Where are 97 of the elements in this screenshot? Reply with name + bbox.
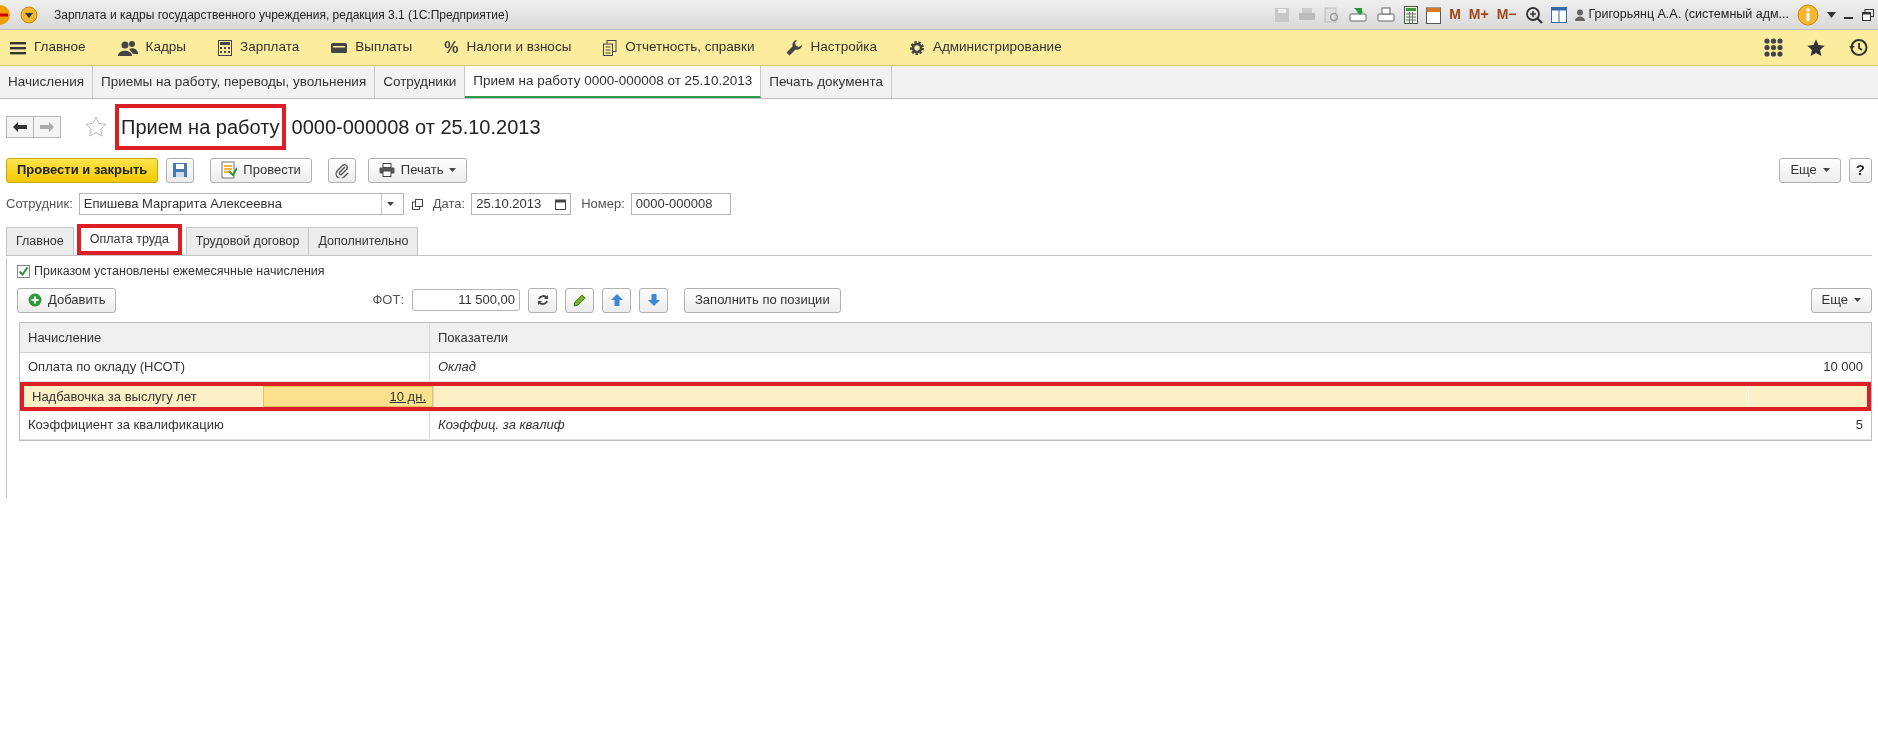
plus-circle-icon: [28, 293, 42, 307]
table-cell-text: Оплата по окладу (НСОТ): [28, 358, 186, 377]
gear-icon: [908, 39, 925, 56]
refresh-button[interactable]: [528, 287, 557, 313]
user-name[interactable]: Григорьянц А.А. (системный адм...: [1588, 5, 1789, 24]
caret-icon[interactable]: [1827, 11, 1836, 18]
column-header[interactable]: Начисление: [28, 327, 102, 348]
forward-arrow-icon: [40, 122, 54, 132]
date-field[interactable]: 25.10.2013: [471, 193, 572, 215]
print-button[interactable]: Печать: [367, 157, 468, 183]
employee-field[interactable]: Епишева Маргарита Алексеевна: [78, 193, 404, 215]
table-row[interactable]: Коэффициент за квалификацию Коэффиц. за квалиф 5: [20, 411, 1871, 440]
column-header[interactable]: Показатели: [438, 327, 508, 348]
document-tab[interactable]: Прием на работу 0000-000008 от 25.10.2013: [465, 66, 762, 98]
calendar-icon[interactable]: [555, 198, 567, 210]
attach-button[interactable]: [327, 157, 356, 183]
section-link[interactable]: Администрирование: [932, 37, 1062, 58]
dropdown-circle-icon[interactable]: [20, 6, 38, 25]
field-label: Дата:: [432, 195, 466, 214]
up-arrow-icon: [610, 294, 623, 306]
back-arrow-icon: [13, 122, 27, 132]
window-title: Зарплата и кадры государственного учреждения, редакция 3.1 (1С:Предприятие): [54, 6, 509, 24]
apps-grid-icon[interactable]: [1764, 38, 1783, 57]
refresh-icon: [536, 294, 549, 306]
add-button[interactable]: Добавить: [17, 287, 117, 313]
table-cell-text: Коэффициент за квалификацию: [28, 416, 225, 435]
caret-icon: [1854, 298, 1861, 302]
open-link-icon[interactable]: [411, 199, 423, 211]
percent-icon: %: [444, 35, 459, 60]
save-button[interactable]: [166, 157, 195, 183]
move-up-button[interactable]: [602, 287, 631, 313]
checkbox[interactable]: [17, 264, 30, 278]
fill-by-position-button[interactable]: Заполнить по позиции: [684, 287, 841, 313]
section-link[interactable]: Выплаты: [355, 37, 413, 58]
back-button[interactable]: [6, 116, 34, 138]
table-cell-text: 5: [1855, 416, 1863, 435]
memory-button[interactable]: M: [1449, 4, 1461, 25]
table-cell-text: Надбавочка за выслугу лет: [32, 387, 198, 406]
favorite-star-icon[interactable]: [85, 116, 107, 138]
caret-icon: [449, 168, 457, 172]
fot-field[interactable]: 11 500,00: [412, 289, 520, 311]
post-and-close-button[interactable]: Провести и закрыть: [6, 157, 159, 183]
menu-icon: [10, 40, 26, 55]
printer-icon: [378, 163, 395, 177]
import-icon[interactable]: [1376, 6, 1397, 23]
field-label: Номер:: [581, 195, 625, 214]
caret-icon: [1822, 168, 1830, 172]
app-logo-icon: [0, 3, 12, 26]
number-field[interactable]: 0000-000008: [630, 193, 731, 215]
table-cell-text: Оклад: [438, 358, 476, 377]
wrench-icon: [786, 39, 803, 56]
more-button[interactable]: Еще: [1779, 157, 1841, 183]
zoom-icon[interactable]: [1524, 5, 1543, 24]
memory-button[interactable]: M−: [1496, 4, 1517, 25]
star-icon[interactable]: [1807, 38, 1825, 57]
paperclip-icon: [334, 162, 349, 178]
table-row[interactable]: Надбавочка за выслугу лет 10 дн.: [20, 382, 1871, 411]
document-title: 0000-000008 от 25.10.2013: [291, 115, 541, 140]
panel-icon[interactable]: [1550, 6, 1567, 23]
duration-field[interactable]: 10 дн.: [263, 386, 433, 407]
section-link[interactable]: Кадры: [145, 37, 187, 58]
people-icon: [117, 39, 138, 56]
document-title: Прием на работу: [115, 104, 286, 150]
memory-button[interactable]: M+: [1468, 4, 1489, 25]
section-link[interactable]: Отчетность, справки: [625, 37, 755, 58]
calendar-icon[interactable]: [1426, 5, 1442, 24]
table-cell-text: Коэффиц. за квалиф: [438, 416, 565, 435]
calculator-icon: [218, 39, 233, 56]
field-label: Сотрудник:: [6, 195, 73, 214]
checkbox-label[interactable]: Приказом установлены ежемесячные начисления: [34, 261, 325, 281]
move-down-button[interactable]: [639, 287, 668, 313]
table-cell-text: 10 000: [1823, 358, 1863, 377]
post-document-icon: [221, 161, 238, 179]
post-button[interactable]: Провести: [210, 157, 312, 183]
documents-icon: [603, 39, 618, 56]
section-link[interactable]: Главное: [34, 37, 86, 58]
wallet-icon: [331, 41, 348, 54]
fot-label: ФОТ:: [372, 291, 404, 310]
dropdown-caret-icon[interactable]: [386, 202, 394, 206]
export-icon[interactable]: [1348, 6, 1369, 23]
restore-icon[interactable]: [1862, 8, 1874, 21]
section-link[interactable]: Налоги и взносы: [466, 37, 572, 58]
help-button[interactable]: ?: [1848, 157, 1872, 183]
form-tab[interactable]: Трудовой договор: [185, 227, 310, 255]
form-tab[interactable]: Дополнительно: [308, 227, 419, 255]
section-link[interactable]: Настройка: [810, 37, 877, 58]
down-arrow-icon: [647, 294, 660, 306]
form-tab[interactable]: Главное: [6, 227, 74, 255]
user-icon: [1574, 8, 1585, 21]
pencil-icon: [573, 293, 586, 307]
info-icon[interactable]: [1797, 3, 1819, 26]
section-link[interactable]: Зарплата: [240, 37, 300, 58]
table-more-button[interactable]: Еще: [1810, 287, 1872, 313]
calculator-icon[interactable]: [1404, 5, 1419, 24]
form-tab[interactable]: Оплата труда: [76, 224, 182, 255]
history-icon[interactable]: [1849, 38, 1868, 57]
edit-button[interactable]: [565, 287, 594, 313]
